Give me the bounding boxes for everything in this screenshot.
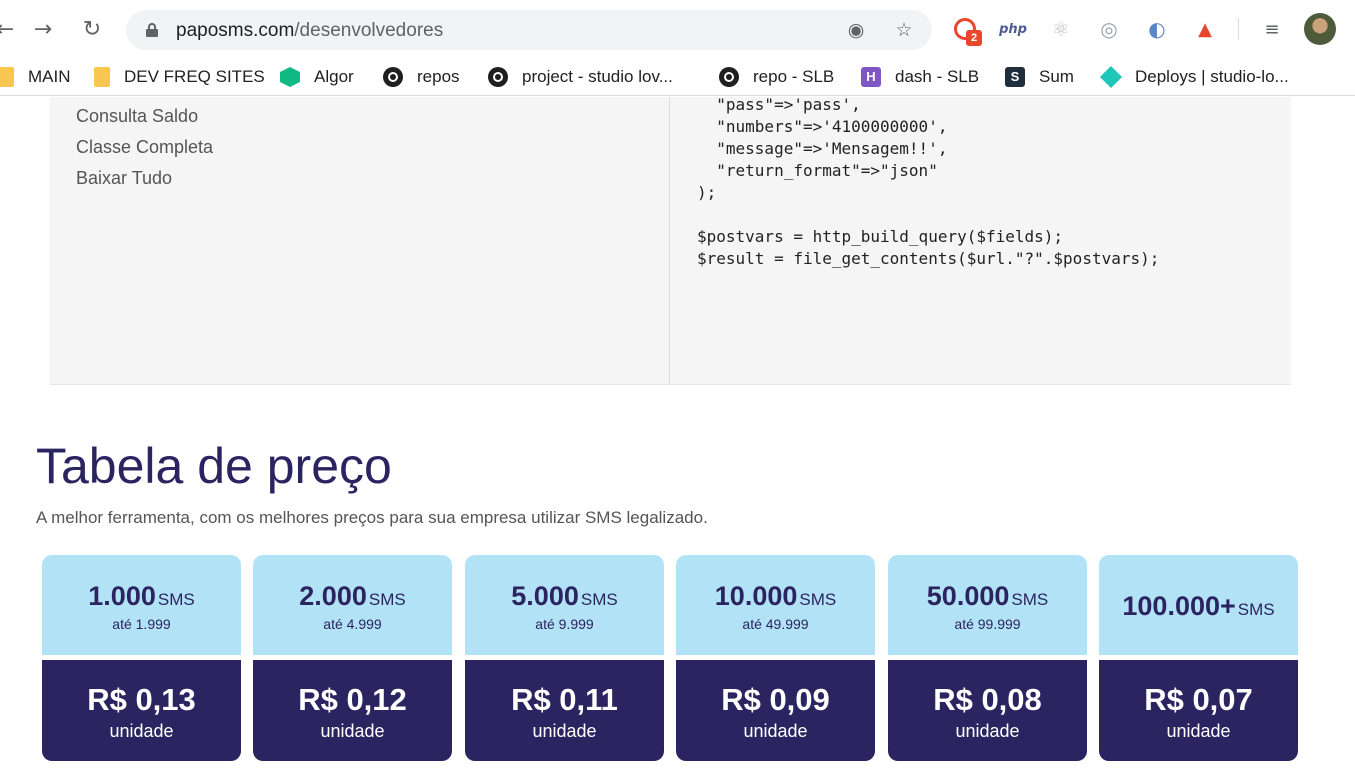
extension-1-icon[interactable]: 2 xyxy=(952,16,982,46)
unit-label: unidade xyxy=(1166,721,1231,741)
address-bar[interactable]: paposms.com/desenvolvedores ◉ ☆ xyxy=(126,10,932,50)
pricing-card: 10.000 SMS até 49.999 R$ 0,09 unidade xyxy=(676,555,875,761)
heroku-icon: H xyxy=(861,67,881,87)
pricing-card-footer: R$ 0,12 unidade xyxy=(253,660,452,761)
react-devtools-icon[interactable]: ⚛ xyxy=(1048,16,1074,42)
unit-price: R$ 0,08 xyxy=(933,682,1042,717)
toolbar-divider xyxy=(1238,18,1239,40)
pricing-card: 2.000 SMS até 4.999 R$ 0,12 unidade xyxy=(253,555,452,761)
code-line: ); xyxy=(697,183,717,202)
unit-price: R$ 0,12 xyxy=(298,682,407,717)
folder-icon xyxy=(0,67,14,87)
pricing-card-footer: R$ 0,07 unidade xyxy=(1099,660,1298,761)
sms-quantity: 2.000 SMS xyxy=(299,581,406,611)
nav-link-classe-completa[interactable]: Classe Completa xyxy=(76,137,213,158)
pricing-card-header: 100.000+ SMS xyxy=(1099,555,1298,655)
docs-panel: Consulta Saldo Classe Completa Baixar Tu… xyxy=(50,95,1291,385)
pricing-card: 50.000 SMS até 99.999 R$ 0,08 unidade xyxy=(888,555,1087,761)
sms-quantity: 10.000 SMS xyxy=(714,581,837,611)
profile-avatar[interactable] xyxy=(1304,13,1336,45)
bookmark-repos[interactable]: repos xyxy=(383,66,460,88)
unit-label: unidade xyxy=(320,721,385,741)
forward-icon[interactable]: → xyxy=(28,14,58,44)
pricing-card-header: 10.000 SMS até 49.999 xyxy=(676,555,875,655)
media-control-icon[interactable]: ≡ xyxy=(1259,16,1285,42)
page-content: Consulta Saldo Classe Completa Baixar Tu… xyxy=(0,95,1355,780)
unit-price: R$ 0,07 xyxy=(1144,682,1253,717)
sms-range: até 9.999 xyxy=(535,616,594,632)
nav-link-consulta-saldo[interactable]: Consulta Saldo xyxy=(76,106,198,127)
folder-icon xyxy=(94,67,110,87)
pricing-card: 1.000 SMS até 1.999 R$ 0,13 unidade xyxy=(42,555,241,761)
pricing-card: 5.000 SMS até 9.999 R$ 0,11 unidade xyxy=(465,555,664,761)
pricing-card-footer: R$ 0,13 unidade xyxy=(42,660,241,761)
unit-price: R$ 0,11 xyxy=(511,682,618,717)
github-icon xyxy=(488,67,508,87)
sms-quantity: 5.000 SMS xyxy=(511,581,618,611)
panel-divider xyxy=(669,97,670,385)
bookmark-star-icon[interactable]: ☆ xyxy=(892,18,916,42)
bookmark-deploys[interactable]: Deploys | studio-lo... xyxy=(1099,65,1289,89)
bookmark-dash-slb[interactable]: Hdash - SLB xyxy=(861,66,979,88)
code-line: $postvars = http_build_query($fields); xyxy=(697,227,1064,246)
code-line: "message"=>'Mensagem!!', xyxy=(697,139,948,158)
unit-price: R$ 0,13 xyxy=(87,682,196,717)
pricing-card-header: 1.000 SMS até 1.999 xyxy=(42,555,241,655)
code-line: $result = file_get_contents($url."?".$po… xyxy=(697,249,1160,268)
sms-quantity: 100.000+ SMS xyxy=(1122,591,1275,621)
lighthouse-icon[interactable]: ▲ xyxy=(1192,16,1218,42)
sms-range: até 4.999 xyxy=(323,616,382,632)
pricing-card-header: 2.000 SMS até 4.999 xyxy=(253,555,452,655)
bookmarks-bar: MAIN DEV FREQ SITES Algor repos project … xyxy=(0,58,1355,96)
code-line: "pass"=>'pass', xyxy=(697,95,861,114)
pricing-card-header: 50.000 SMS até 99.999 xyxy=(888,555,1087,655)
back-icon[interactable]: ← xyxy=(0,14,20,44)
bookmark-project-studio[interactable]: project - studio lov... xyxy=(488,66,673,88)
bookmark-sum[interactable]: S Sum xyxy=(1005,66,1074,88)
sms-range: até 49.999 xyxy=(742,616,809,632)
pricing-card-footer: R$ 0,08 unidade xyxy=(888,660,1087,761)
unit-label: unidade xyxy=(743,721,808,741)
code-line: "numbers"=>'4100000000', xyxy=(697,117,948,136)
sms-quantity: 1.000 SMS xyxy=(88,581,195,611)
target-extension-icon[interactable]: ◎ xyxy=(1096,16,1122,42)
unit-label: unidade xyxy=(955,721,1020,741)
unit-label: unidade xyxy=(532,721,597,741)
pricing-card-footer: R$ 0,09 unidade xyxy=(676,660,875,761)
bookmark-algor[interactable]: Algor xyxy=(280,66,354,88)
pricing-card-header: 5.000 SMS até 9.999 xyxy=(465,555,664,655)
sms-quantity: 50.000 SMS xyxy=(926,581,1049,611)
pricing-subtitle: A melhor ferramenta, com os melhores pre… xyxy=(36,508,708,527)
pricing-card: 100.000+ SMS R$ 0,07 unidade xyxy=(1099,555,1298,761)
github-icon xyxy=(719,67,739,87)
reload-icon[interactable]: ↻ xyxy=(77,14,107,44)
pricing-title: Tabela de preço xyxy=(36,438,392,494)
code-line: "return_format"=>"json" xyxy=(697,161,938,180)
lock-icon[interactable] xyxy=(146,23,158,37)
netlify-icon xyxy=(1099,65,1123,89)
bookmark-dev-freq-sites[interactable]: DEV FREQ SITES xyxy=(94,66,265,88)
json-viewer-icon[interactable]: ◐ xyxy=(1144,16,1170,42)
pricing-card-footer: R$ 0,11 unidade xyxy=(465,660,664,761)
browser-toolbar: ← → ↻ paposms.com/desenvolvedores ◉ ☆ 2 … xyxy=(0,0,1355,58)
nav-link-baixar-tudo[interactable]: Baixar Tudo xyxy=(76,168,172,189)
github-icon xyxy=(383,67,403,87)
bookmark-main[interactable]: MAIN xyxy=(0,66,71,88)
url-text[interactable]: paposms.com/desenvolvedores xyxy=(176,20,443,42)
php-extension-icon[interactable]: php xyxy=(999,16,1027,42)
extension-badge: 2 xyxy=(966,30,982,46)
unit-label: unidade xyxy=(109,721,174,741)
sms-range: até 1.999 xyxy=(112,616,171,632)
sms-range: até 99.999 xyxy=(954,616,1021,632)
bookmark-repo-slb[interactable]: repo - SLB xyxy=(719,66,834,88)
sumo-icon: S xyxy=(1005,67,1025,87)
cookie-blocked-icon[interactable]: ◉ xyxy=(844,18,868,42)
unit-price: R$ 0,09 xyxy=(721,682,830,717)
algor-icon xyxy=(280,67,300,87)
